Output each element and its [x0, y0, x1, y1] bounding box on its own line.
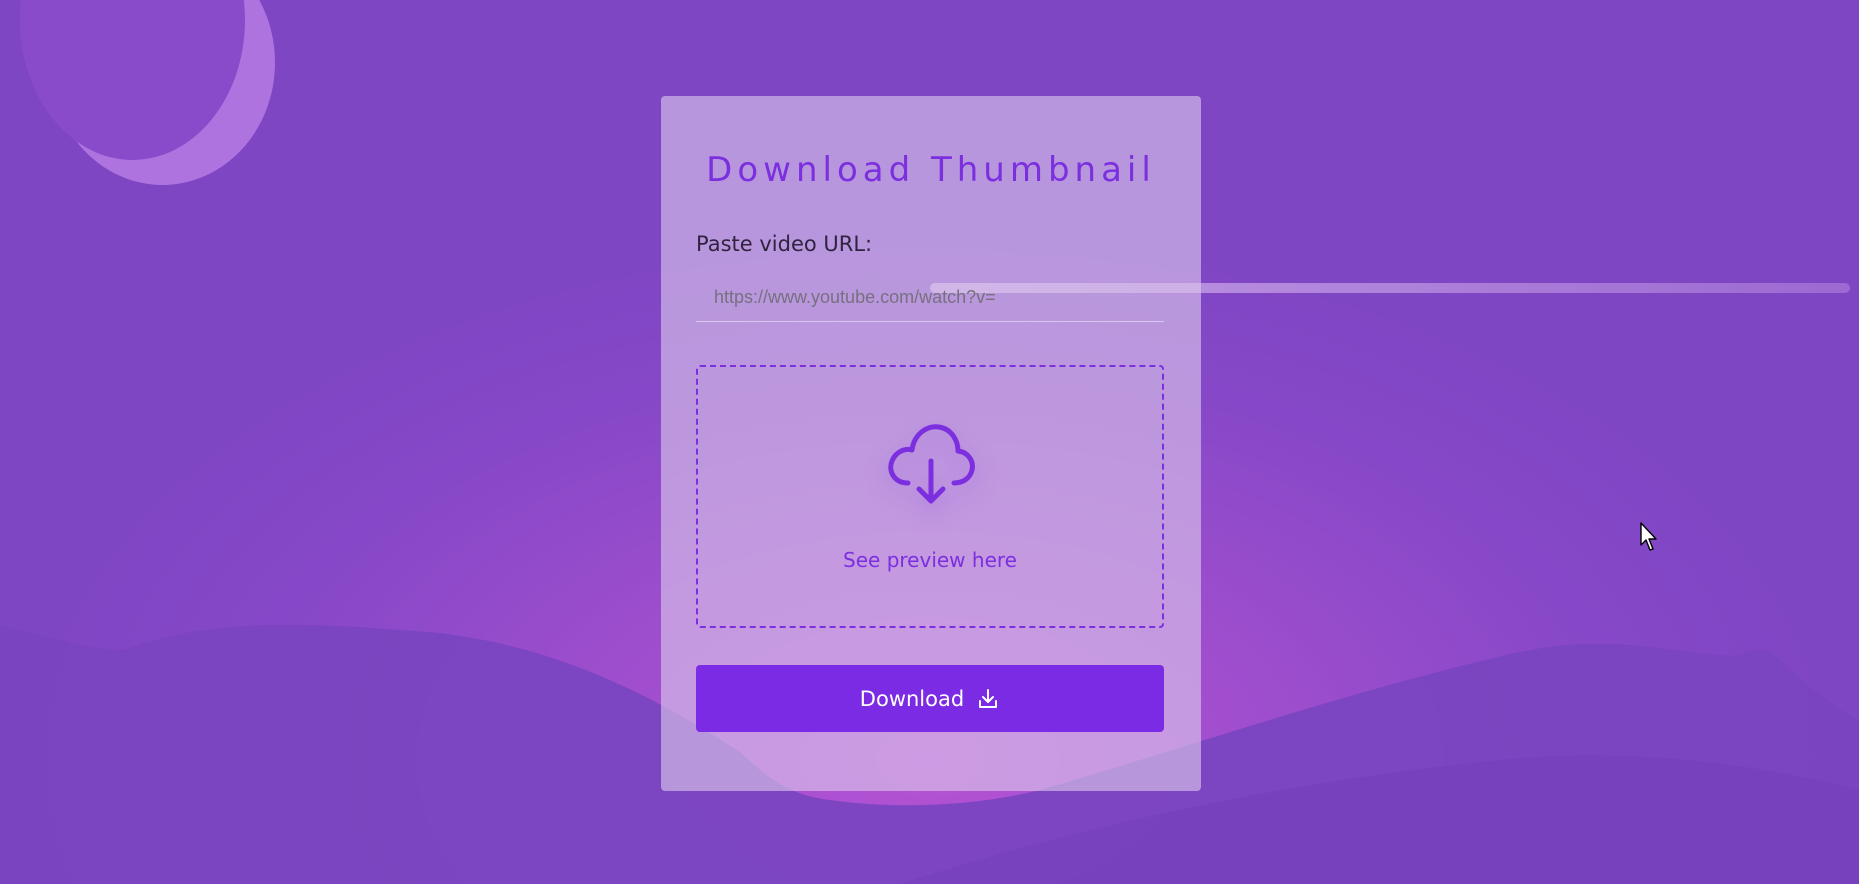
preview-text: See preview here	[843, 548, 1017, 572]
preview-area: See preview here	[696, 365, 1164, 628]
mouse-cursor-icon	[1640, 522, 1657, 551]
video-url-input[interactable]	[696, 274, 1164, 322]
app-background: Download Thumbnail Paste video URL: See …	[0, 0, 1859, 884]
page-title: Download Thumbnail	[706, 150, 1156, 190]
url-label: Paste video URL:	[696, 232, 873, 256]
download-card: Download Thumbnail Paste video URL: See …	[661, 96, 1201, 791]
download-icon	[979, 688, 998, 708]
download-button-label: Download	[859, 686, 965, 711]
cloud-download-icon	[888, 424, 975, 504]
download-button[interactable]: Download	[696, 665, 1164, 732]
